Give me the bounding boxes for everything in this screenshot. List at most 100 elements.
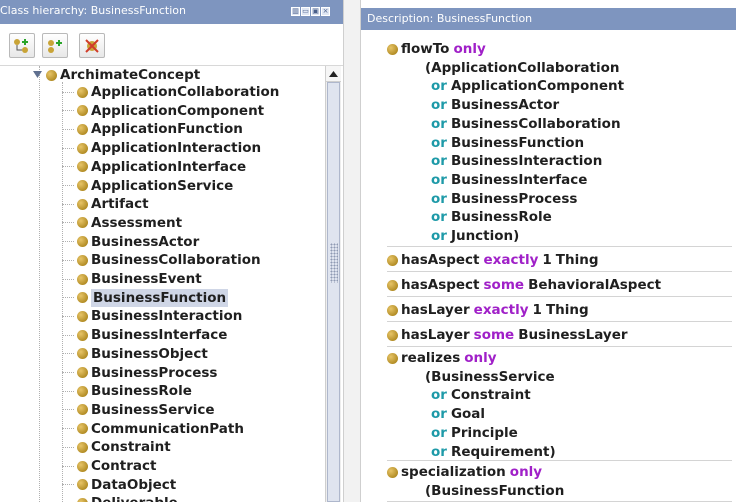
property-name: realizes: [401, 350, 461, 366]
tree-item[interactable]: Artifact: [62, 195, 149, 213]
restriction-block[interactable]: realizes only (BusinessService or Constraint…: [387, 348, 732, 461]
tree-item[interactable]: BusinessInterface: [62, 326, 227, 344]
class-icon: [77, 161, 88, 173]
class-icon: [77, 310, 88, 322]
tree-item[interactable]: ApplicationComponent: [62, 102, 264, 120]
tree-connector: [62, 390, 74, 392]
tree-scrollbar[interactable]: [325, 66, 341, 502]
tree-item[interactable]: BusinessCollaboration: [62, 251, 261, 269]
tree-item[interactable]: BusinessObject: [62, 345, 208, 363]
tree-item[interactable]: ApplicationService: [62, 177, 233, 195]
panel-splitter[interactable]: [343, 0, 361, 502]
or-keyword: or: [431, 387, 447, 404]
tree-item[interactable]: Contract: [62, 457, 156, 475]
class-icon: [77, 460, 88, 472]
filler-class: BusinessCollaboration: [450, 115, 621, 132]
restriction-block[interactable]: hasLayer exactly 1 Thing: [387, 298, 732, 322]
tree-item[interactable]: BusinessProcess: [62, 364, 217, 382]
class-icon: [77, 385, 88, 397]
restriction-block[interactable]: hasAspect some BehavioralAspect: [387, 273, 732, 297]
tree-item[interactable]: ApplicationInterface: [62, 158, 246, 176]
tree-item[interactable]: BusinessEvent: [62, 270, 202, 288]
tree-item[interactable]: Deliverable: [62, 494, 178, 502]
filler-class: (ApplicationCollaboration: [425, 59, 620, 76]
restriction-line: or BusinessInteraction: [431, 152, 602, 170]
restriction-line: or Requirement): [431, 443, 556, 461]
tree-item[interactable]: BusinessActor: [62, 233, 199, 251]
restriction-block[interactable]: hasAspect exactly 1 Thing: [387, 248, 732, 272]
property-name: specialization: [401, 464, 506, 480]
add-subclass-icon: [14, 38, 28, 53]
tree-connector: [62, 222, 74, 224]
tree-item-label: BusinessActor: [91, 233, 200, 250]
tree-item-label: BusinessService: [91, 401, 215, 418]
tree-item[interactable]: BusinessService: [62, 401, 215, 419]
tree-item[interactable]: BusinessFunction: [62, 288, 229, 307]
scroll-up-button[interactable]: [326, 66, 341, 82]
tree-connector: [62, 278, 74, 280]
tree-item-label: BusinessCollaboration: [91, 252, 261, 269]
tree-item-label: BusinessProcess: [91, 364, 218, 381]
restriction-keyword: only: [509, 464, 543, 480]
tree-item-label: Contract: [91, 458, 157, 474]
tree-item[interactable]: Assessment: [62, 214, 182, 232]
class-icon: [46, 69, 57, 81]
delete-class-button[interactable]: [79, 33, 105, 58]
tree-item-label: ApplicationFunction: [91, 121, 243, 138]
tree-item[interactable]: ApplicationInteraction: [62, 139, 261, 157]
tree-item[interactable]: BusinessRole: [62, 382, 192, 400]
pin-view-icon[interactable]: ▥: [291, 7, 300, 16]
class-icon: [77, 105, 88, 117]
tree-root-node[interactable]: ArchimateConcept: [33, 66, 200, 84]
scroll-grip-icon: [330, 243, 338, 283]
filler-class: ApplicationComponent: [450, 78, 625, 95]
property-name: hasLayer: [401, 327, 470, 343]
property-icon: [387, 352, 398, 364]
filler-class: Principle: [450, 424, 518, 441]
restriction-line: or Junction): [431, 227, 519, 245]
property-name: flowTo: [401, 41, 450, 57]
tree-item[interactable]: ApplicationFunction: [62, 120, 243, 138]
filler-class: Thing: [545, 302, 589, 318]
minimize-view-icon[interactable]: ▭: [301, 7, 310, 16]
tree-item[interactable]: ApplicationCollaboration: [62, 83, 279, 101]
tree-item[interactable]: Constraint: [62, 438, 171, 456]
description-panel: Description: BusinessFunction flowTo only…: [361, 0, 736, 502]
restriction-keyword: some: [483, 277, 525, 293]
or-keyword: or: [431, 78, 447, 95]
scroll-thumb[interactable]: [327, 82, 340, 502]
class-icon: [77, 423, 88, 435]
property-icon: [387, 254, 398, 266]
add-sibling-class-icon: [48, 39, 62, 53]
tree-item-label: ApplicationComponent: [91, 102, 265, 119]
or-keyword: or: [431, 134, 447, 151]
class-icon: [77, 273, 88, 285]
restriction-line: specialization only: [387, 463, 542, 481]
or-keyword: or: [431, 228, 447, 244]
restriction-block[interactable]: hasLayer some BusinessLayer: [387, 323, 732, 347]
tree-item-label: BusinessInteraction: [91, 308, 243, 325]
restriction-block[interactable]: flowTo only (ApplicationCollaboration or App…: [387, 39, 732, 247]
tree-connector: [62, 446, 74, 448]
tree-item[interactable]: BusinessInteraction: [62, 307, 242, 325]
tree-connector: [62, 484, 74, 486]
restriction-block[interactable]: specialization only (BusinessFunction: [387, 462, 732, 502]
description-header: Description: BusinessFunction: [361, 8, 736, 30]
filler-class: BehavioralAspect: [528, 277, 662, 293]
tree-item-label: BusinessRole: [91, 383, 192, 400]
class-icon: [77, 404, 88, 416]
class-icon: [77, 198, 88, 210]
restriction-line: or Principle: [431, 424, 518, 442]
add-sibling-class-button[interactable]: [42, 33, 68, 58]
tree-item[interactable]: CommunicationPath: [62, 420, 244, 438]
tree-connector: [62, 147, 74, 149]
tree-item[interactable]: DataObject: [62, 476, 176, 494]
add-subclass-button[interactable]: [9, 33, 35, 58]
collapse-icon[interactable]: [33, 71, 42, 80]
tree-connector: [62, 110, 74, 112]
close-view-icon[interactable]: ×: [321, 7, 330, 16]
class-icon: [77, 348, 88, 360]
delete-class-icon: [85, 38, 99, 53]
maximize-view-icon[interactable]: ▣: [311, 7, 320, 16]
property-icon: [387, 279, 398, 291]
